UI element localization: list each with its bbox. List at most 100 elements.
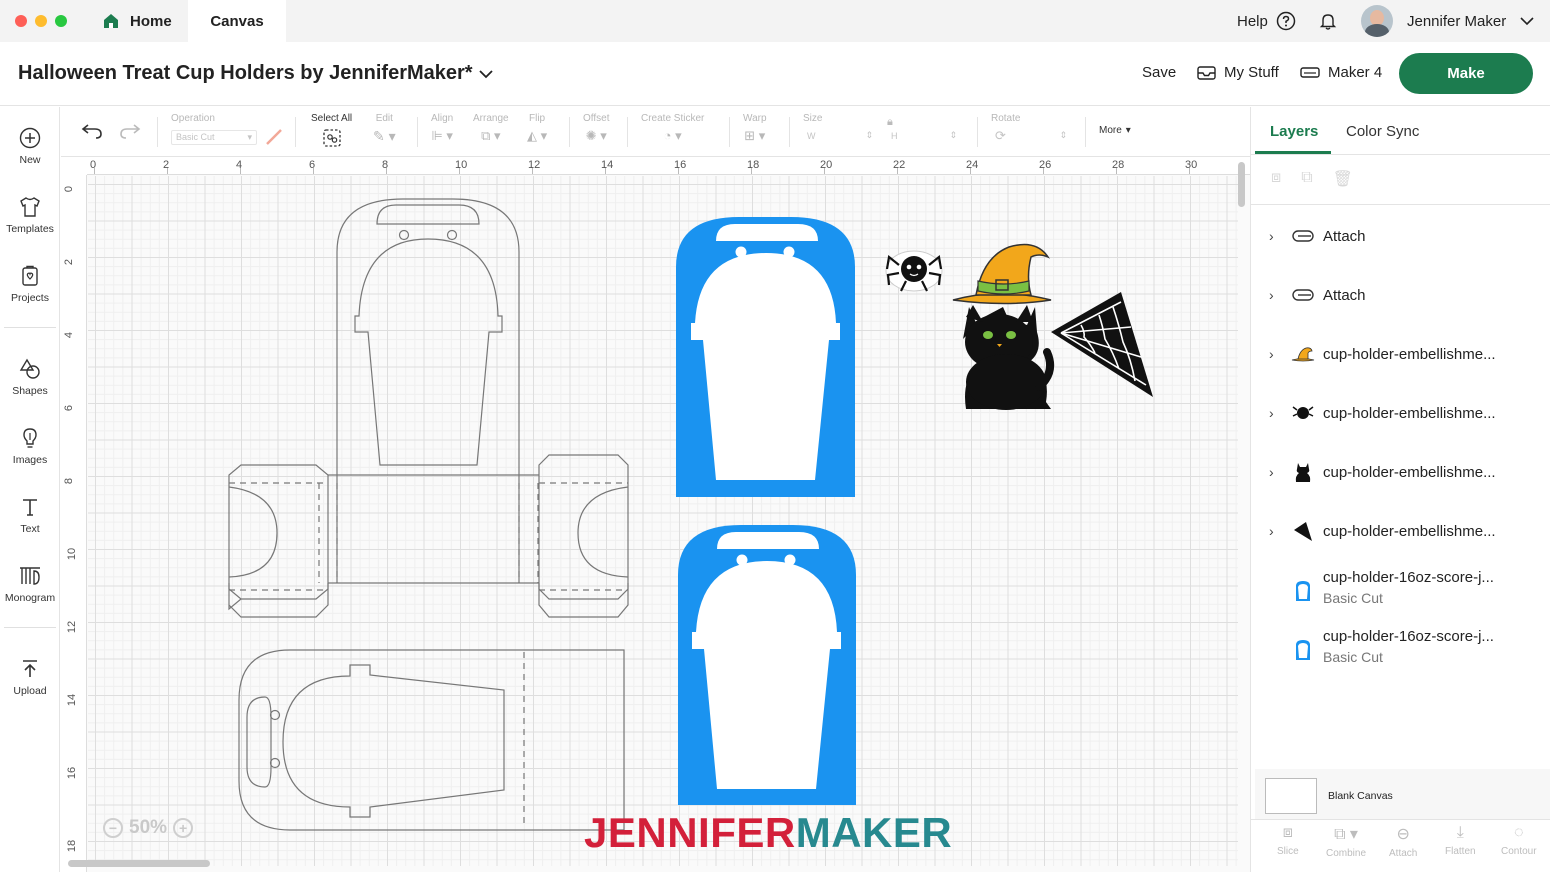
sidebar-item-label: Monogram: [4, 592, 56, 604]
zoom-in-button[interactable]: +: [173, 818, 194, 838]
layer-row[interactable]: › cup-holder-embellishme...: [1251, 511, 1541, 551]
chevron-right-icon[interactable]: ›: [1269, 228, 1274, 244]
chevron-right-icon[interactable]: ›: [1269, 287, 1274, 303]
tab-color-sync[interactable]: Color Sync: [1346, 123, 1419, 140]
attach-button[interactable]: ⊖ Attach: [1389, 824, 1417, 859]
flip-button[interactable]: Flip ◭ ▾: [527, 113, 547, 144]
chevron-right-icon[interactable]: ›: [1269, 464, 1274, 480]
minimize-window-button[interactable]: [35, 15, 47, 27]
cup-holder-template-outline[interactable]: [228, 198, 629, 618]
my-stuff-button[interactable]: My Stuff: [1197, 64, 1279, 81]
offset-button[interactable]: Offset ✺ ▾: [583, 113, 610, 144]
edit-button[interactable]: Edit ✎ ▾: [373, 113, 396, 145]
lock-icon[interactable]: 🔒︎: [887, 116, 893, 129]
spider-embellishment[interactable]: [885, 250, 943, 292]
sidebar-item-new[interactable]: New: [0, 127, 60, 166]
left-sidebar: New Templates Projects Shapes Images Tex…: [0, 107, 60, 872]
attach-label: Attach: [1389, 848, 1418, 859]
slice-label: Slice: [1277, 846, 1299, 857]
edit-label: Edit: [375, 113, 393, 124]
width-field[interactable]: W ⇕: [803, 128, 877, 143]
chevron-right-icon[interactable]: ›: [1269, 346, 1274, 362]
layer-row[interactable]: cup-holder-16oz-score-j... Basic Cut: [1251, 628, 1541, 672]
sidebar-item-projects[interactable]: Projects: [0, 265, 60, 304]
layer-row[interactable]: › Attach: [1251, 275, 1541, 315]
arrange-icon: ⧉ ▾: [481, 128, 501, 143]
cup-holder-template-side-panel[interactable]: [238, 649, 625, 831]
sidebar-item-templates[interactable]: Templates: [0, 196, 60, 235]
layers-panel: Layers Color Sync ⧈ ⧉ 🗑︎ › Attach › Atta…: [1250, 107, 1550, 872]
sidebar-item-shapes[interactable]: Shapes: [0, 358, 60, 397]
witch-hat-embellishment[interactable]: [952, 243, 1052, 305]
combine-button[interactable]: ⧉ ▾ Combine: [1326, 824, 1366, 859]
select-all-button[interactable]: Select All: [311, 113, 352, 148]
more-label: More: [1099, 125, 1122, 136]
blank-canvas-row[interactable]: Blank Canvas: [1255, 769, 1550, 819]
trash-icon[interactable]: 🗑︎: [1333, 169, 1353, 189]
tab-home[interactable]: Home: [90, 0, 188, 42]
machine-icon: [1300, 66, 1320, 78]
make-button[interactable]: Make: [1399, 53, 1533, 94]
sidebar-item-monogram[interactable]: Monogram: [0, 565, 60, 604]
machine-selector[interactable]: Maker 4: [1300, 64, 1382, 81]
blue-cup-holder-top[interactable]: [676, 217, 855, 497]
project-title-menu[interactable]: Halloween Treat Cup Holders by JenniferM…: [18, 62, 493, 85]
create-sticker-button[interactable]: Create Sticker ◔ ▾: [641, 113, 704, 144]
maximize-window-button[interactable]: [55, 15, 67, 27]
flatten-button[interactable]: ⤓ Flatten: [1445, 824, 1476, 857]
upload-icon: [23, 660, 37, 677]
black-cat-embellishment[interactable]: [963, 305, 1055, 410]
zoom-level: 50%: [129, 817, 168, 838]
layer-row[interactable]: › Attach: [1251, 216, 1541, 256]
zoom-out-button[interactable]: −: [103, 818, 123, 838]
spider-web-embellishment[interactable]: [1051, 292, 1153, 397]
operation-control[interactable]: Operation Basic Cut ▾: [171, 113, 283, 146]
flatten-label: Flatten: [1445, 846, 1476, 857]
sidebar-item-label: Projects: [11, 292, 49, 304]
warp-button[interactable]: Warp ⊞ ▾: [743, 113, 767, 144]
tab-layers[interactable]: Layers: [1270, 123, 1318, 140]
design-canvas[interactable]: 0 2 4 6 8 10 12 14 16 18 20 22 24 26 28 30 0 2 4 6 8 10 12 14 1…: [61, 157, 1250, 872]
slice-icon: ⧈: [1282, 824, 1293, 841]
save-button[interactable]: Save: [1142, 64, 1176, 81]
help-button[interactable]: Help: [1237, 0, 1296, 42]
align-button[interactable]: Align ⊫ ▾: [431, 113, 453, 144]
rotate-field[interactable]: ⟳ ⇕: [991, 128, 1071, 143]
undo-button[interactable]: [81, 123, 103, 139]
contour-button[interactable]: ◌ Contour: [1501, 824, 1537, 857]
notifications-button[interactable]: [1318, 0, 1338, 42]
layer-row[interactable]: › cup-holder-embellishme...: [1251, 452, 1541, 492]
sidebar-item-images[interactable]: Images: [0, 427, 60, 466]
redo-button[interactable]: [119, 123, 141, 139]
sidebar-item-text[interactable]: Text: [0, 496, 60, 535]
size-control: Size W ⇕ H ⇕: [803, 113, 961, 143]
more-button[interactable]: More ▾: [1099, 125, 1131, 136]
duplicate-icon[interactable]: ⧉: [1301, 169, 1312, 189]
stepper-icon: ⇕: [865, 130, 873, 140]
offset-label: Offset: [583, 113, 610, 124]
height-field[interactable]: H ⇕: [887, 128, 961, 143]
sidebar-item-label: Shapes: [12, 385, 48, 397]
edit-toolbar: Operation Basic Cut ▾ Select All Edit ✎ …: [61, 107, 1250, 157]
chevron-right-icon[interactable]: ›: [1269, 523, 1274, 539]
user-menu[interactable]: Jennifer Maker: [1361, 0, 1534, 42]
horizontal-scrollbar[interactable]: [68, 860, 210, 867]
group-icon[interactable]: ⧈: [1271, 169, 1281, 189]
layer-row[interactable]: cup-holder-16oz-score-j... Basic Cut: [1251, 569, 1541, 613]
layer-row[interactable]: › cup-holder-embellishme...: [1251, 393, 1541, 433]
toolbar-divider: [729, 117, 730, 147]
close-window-button[interactable]: [15, 15, 27, 27]
contour-label: Contour: [1501, 846, 1537, 857]
tab-canvas[interactable]: Canvas: [188, 0, 286, 42]
blank-canvas-swatch[interactable]: [1265, 778, 1317, 814]
chevron-right-icon[interactable]: ›: [1269, 405, 1274, 421]
slice-button[interactable]: ⧈ Slice: [1277, 824, 1299, 857]
combine-icon: ⧉ ▾: [1334, 826, 1358, 843]
layer-row[interactable]: › cup-holder-embellishme...: [1251, 334, 1541, 374]
arrange-button[interactable]: Arrange ⧉ ▾: [473, 113, 509, 144]
blue-cup-holder-bottom[interactable]: [678, 525, 856, 805]
project-title-bar: Halloween Treat Cup Holders by JenniferM…: [0, 42, 1550, 106]
vertical-scrollbar[interactable]: [1238, 162, 1245, 207]
operation-select[interactable]: Basic Cut ▾: [171, 129, 257, 145]
sidebar-item-upload[interactable]: Upload: [0, 658, 60, 697]
